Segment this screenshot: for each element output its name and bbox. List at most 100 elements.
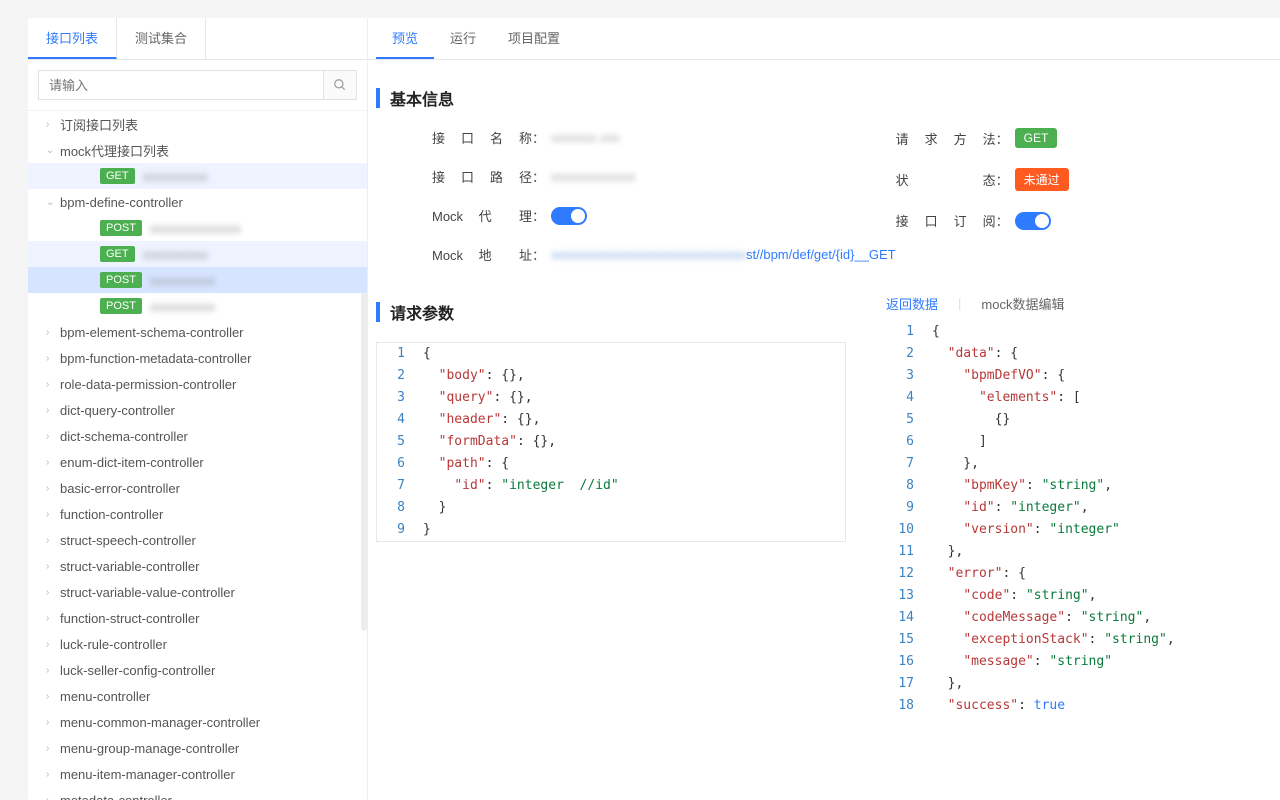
value-api-path: xxxxxxxxxxxxx xyxy=(551,169,636,184)
gutter-number: 1 xyxy=(886,321,922,343)
caret-icon: › xyxy=(46,119,60,130)
api-tree[interactable]: ›订阅接口列表⌄mock代理接口列表GETxxxxxxxxxx⌄bpm-defi… xyxy=(28,111,367,800)
code-line: 8 "bpmKey": "string", xyxy=(886,475,1268,497)
code-source: "formData": {}, xyxy=(413,431,556,453)
tab-run[interactable]: 运行 xyxy=(434,18,492,59)
tab-response-data[interactable]: 返回数据 xyxy=(886,294,938,313)
tree-group[interactable]: ›function-struct-controller xyxy=(28,605,367,631)
caret-icon: › xyxy=(46,613,60,624)
tree-group[interactable]: ›struct-variable-value-controller xyxy=(28,579,367,605)
caret-icon: › xyxy=(46,587,60,598)
tree-group[interactable]: ›dict-schema-controller xyxy=(28,423,367,449)
tree-item-label: menu-common-manager-controller xyxy=(60,715,260,730)
tree-group[interactable]: ›bpm-function-metadata-controller xyxy=(28,345,367,371)
main-panel: 预览 运行 项目配置 基本信息 接 口 名 称： xxxxxxx xxx 接 口… xyxy=(368,18,1280,800)
tree-item-label: struct-variable-controller xyxy=(60,559,199,574)
gutter-number: 2 xyxy=(377,365,413,387)
gutter-number: 3 xyxy=(886,365,922,387)
code-line: 8 } xyxy=(377,497,845,519)
code-line: 9} xyxy=(377,519,845,541)
caret-icon: › xyxy=(46,379,60,390)
toggle-mock-proxy[interactable] xyxy=(551,207,587,225)
code-line: 3 "query": {}, xyxy=(377,387,845,409)
gutter-number: 15 xyxy=(886,629,922,651)
tree-group[interactable]: ›订阅接口列表 xyxy=(28,111,367,137)
tree-group[interactable]: ›metadata-controller xyxy=(28,787,367,800)
tree-item-label: struct-variable-value-controller xyxy=(60,585,235,600)
code-source: {} xyxy=(922,409,1010,431)
method-badge: GET xyxy=(100,246,135,262)
caret-icon: › xyxy=(46,691,60,702)
tree-api-item[interactable]: POSTxxxxxxxxxxxxxx xyxy=(28,215,367,241)
search-button[interactable] xyxy=(323,70,357,100)
main-tabs: 预览 运行 项目配置 xyxy=(368,18,1280,60)
tab-api-list[interactable]: 接口列表 xyxy=(28,18,117,59)
tab-test-sets[interactable]: 测试集合 xyxy=(117,18,206,59)
tree-group[interactable]: ›function-controller xyxy=(28,501,367,527)
gutter-number: 5 xyxy=(377,431,413,453)
tree-group[interactable]: ›basic-error-controller xyxy=(28,475,367,501)
code-source: { xyxy=(413,343,431,365)
caret-icon: › xyxy=(46,405,60,416)
gutter-number: 7 xyxy=(377,475,413,497)
row-api-name: 接 口 名 称： xxxxxxx xxx xyxy=(376,128,896,147)
request-params-code[interactable]: 1{2 "body": {},3 "query": {},4 "header":… xyxy=(376,342,846,542)
gutter-number: 12 xyxy=(886,563,922,585)
tree-group[interactable]: ›bpm-element-schema-controller xyxy=(28,319,367,345)
tab-mock-edit[interactable]: mock数据编辑 xyxy=(981,294,1064,313)
tab-project-config[interactable]: 项目配置 xyxy=(492,18,576,59)
tree-group[interactable]: ›struct-variable-controller xyxy=(28,553,367,579)
tree-item-label: xxxxxxxxxxxxxx xyxy=(150,221,241,236)
code-source: "bpmKey": "string", xyxy=(922,475,1112,497)
code-source: "error": { xyxy=(922,563,1026,585)
tree-group[interactable]: ›enum-dict-item-controller xyxy=(28,449,367,475)
tree-api-item[interactable]: GETxxxxxxxxxx xyxy=(28,241,367,267)
search-input[interactable] xyxy=(38,70,323,100)
tree-group[interactable]: ›luck-rule-controller xyxy=(28,631,367,657)
tree-item-label: dict-query-controller xyxy=(60,403,175,418)
chip-method: GET xyxy=(1015,128,1058,148)
tree-group[interactable]: ›luck-seller-config-controller xyxy=(28,657,367,683)
tree-group[interactable]: ›menu-group-manage-controller xyxy=(28,735,367,761)
tree-item-label: enum-dict-item-controller xyxy=(60,455,204,470)
response-data-code[interactable]: 1{2 "data": {3 "bpmDefVO": {4 "elements"… xyxy=(886,321,1268,717)
search-icon xyxy=(333,78,347,92)
code-source: "success": true xyxy=(922,695,1065,717)
toggle-subscribe[interactable] xyxy=(1015,212,1051,230)
tree-group[interactable]: ›role-data-permission-controller xyxy=(28,371,367,397)
tree-group[interactable]: ›menu-common-manager-controller xyxy=(28,709,367,735)
caret-icon: › xyxy=(46,353,60,364)
code-source: "header": {}, xyxy=(413,409,540,431)
code-source: "data": { xyxy=(922,343,1018,365)
code-line: 12 "error": { xyxy=(886,563,1268,585)
row-mock-proxy: Mock 代 理： xyxy=(376,206,896,225)
code-source: "version": "integer" xyxy=(922,519,1120,541)
tree-group[interactable]: ⌄bpm-define-controller xyxy=(28,189,367,215)
tab-preview[interactable]: 预览 xyxy=(376,18,434,59)
label-mock-proxy: Mock 代 理 xyxy=(432,206,532,225)
value-mock-addr[interactable]: xxxxxxxxxxxxxxxxxxxxxxxxxxxxxxst//bpm/de… xyxy=(551,247,896,262)
tree-api-item[interactable]: GETxxxxxxxxxx xyxy=(28,163,367,189)
tree-group[interactable]: ⌄mock代理接口列表 xyxy=(28,137,367,163)
tree-api-item[interactable]: POSTxxxxxxxxxx xyxy=(28,267,367,293)
code-source: "elements": [ xyxy=(922,387,1081,409)
gutter-number: 4 xyxy=(377,409,413,431)
tree-item-label: role-data-permission-controller xyxy=(60,377,236,392)
caret-icon: › xyxy=(46,561,60,572)
code-source: { xyxy=(922,321,940,343)
caret-icon: › xyxy=(46,457,60,468)
tree-item-label: xxxxxxxxxx xyxy=(150,273,215,288)
tree-group[interactable]: ›menu-item-manager-controller xyxy=(28,761,367,787)
code-source: }, xyxy=(922,541,963,563)
method-badge: GET xyxy=(100,168,135,184)
tree-item-label: menu-group-manage-controller xyxy=(60,741,239,756)
code-line: 5 "formData": {}, xyxy=(377,431,845,453)
tree-group[interactable]: ›menu-controller xyxy=(28,683,367,709)
code-line: 2 "data": { xyxy=(886,343,1268,365)
tree-api-item[interactable]: POSTxxxxxxxxxx xyxy=(28,293,367,319)
tree-group[interactable]: ›dict-query-controller xyxy=(28,397,367,423)
tree-group[interactable]: ›struct-speech-controller xyxy=(28,527,367,553)
code-line: 6 ] xyxy=(886,431,1268,453)
caret-icon: › xyxy=(46,327,60,338)
caret-icon: › xyxy=(46,717,60,728)
